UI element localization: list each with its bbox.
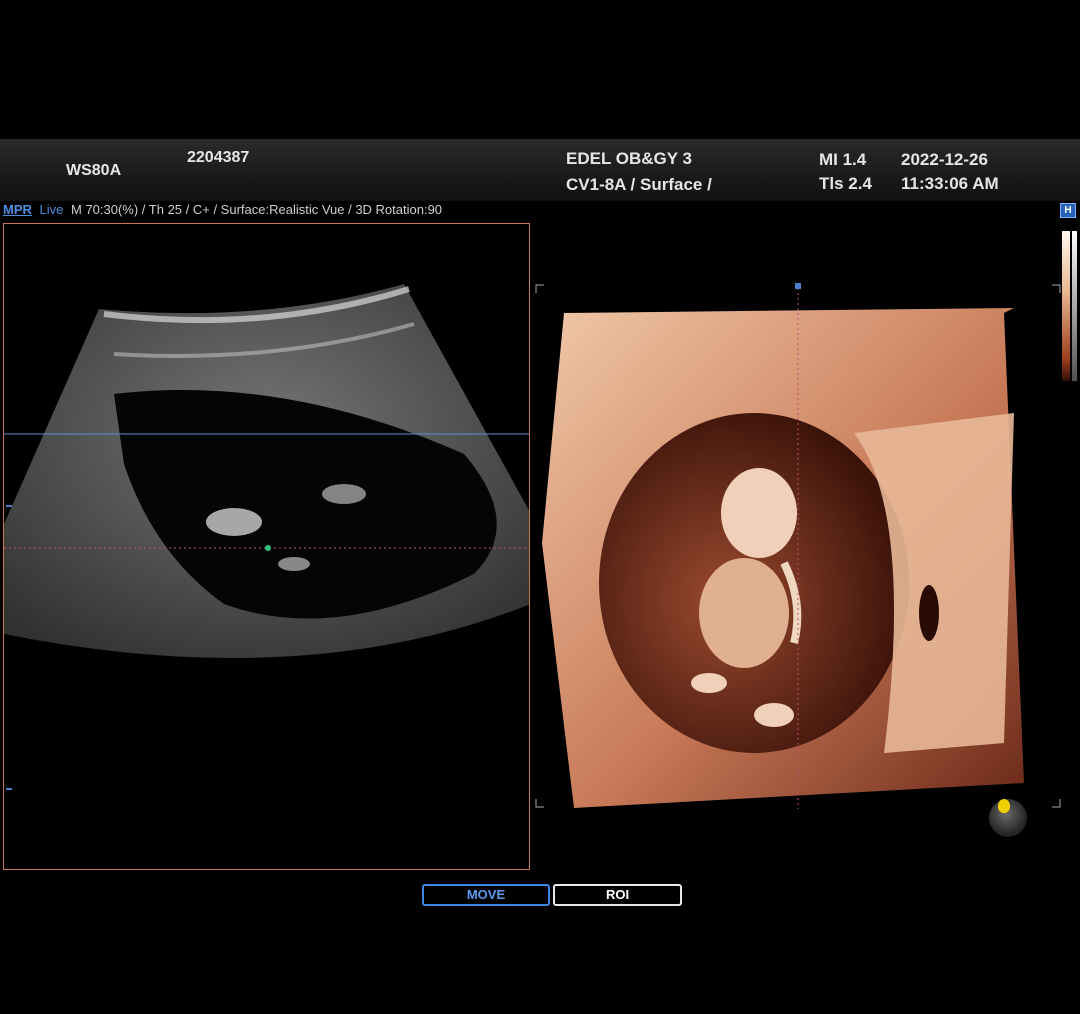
move-button[interactable]: MOVE [422, 884, 550, 906]
institution-label: EDEL OB&GY 3 [566, 149, 692, 168]
mpr-tab[interactable]: MPR [3, 202, 32, 217]
colormap-bar [1062, 231, 1070, 381]
center-point-marker [265, 545, 271, 551]
bmode-image [4, 284, 529, 790]
help-icon[interactable]: H [1060, 203, 1076, 218]
imaging-params: M 70:30(%) / Th 25 / C+ / Surface:Realis… [71, 202, 443, 217]
mi-readout: MI 1.4 [819, 150, 867, 169]
render-3d-panel[interactable] [534, 283, 1062, 809]
fetus-3d-render [535, 283, 1061, 809]
roi-button[interactable]: ROI [553, 884, 682, 906]
model-label: WS80A [66, 162, 122, 179]
live-label[interactable]: Live [40, 202, 64, 217]
tis-readout: Tls 2.4 [819, 174, 872, 193]
light-source-icon[interactable] [998, 799, 1010, 813]
patient-id: 2204387 [187, 149, 250, 166]
date-readout: 2022-12-26 [901, 150, 988, 169]
grayscale-bar [1072, 231, 1077, 381]
mpr-view-panel[interactable] [3, 223, 530, 870]
info-bar: MPR Live M 70:30(%) / Th 25 / C+ / Surfa… [3, 202, 442, 217]
time-readout: 11:33:06 AM [901, 174, 999, 193]
probe-mode-label: CV1-8A / Surface / [566, 175, 712, 194]
